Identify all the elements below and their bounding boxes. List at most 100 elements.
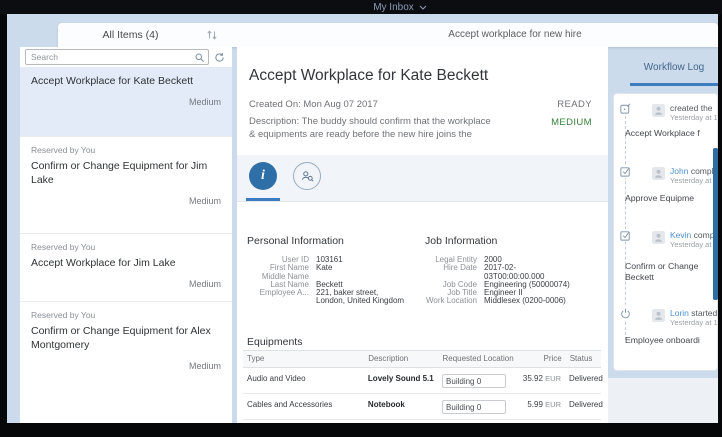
sort-icon[interactable] xyxy=(206,29,218,41)
equipment-description: Lovely Sound 5.1 xyxy=(367,374,434,383)
avatar xyxy=(652,309,665,322)
workflow-entry-heading: created the xyxy=(670,103,713,113)
task-title: Accept Workplace for Kate Beckett xyxy=(31,75,194,87)
task-priority: Medium xyxy=(188,195,221,206)
column-header: Type xyxy=(247,354,265,363)
table-row: Cables and Accessories Notebook 5.99 EUR… xyxy=(243,394,603,420)
completed-checkbox-icon xyxy=(619,229,632,242)
detail-panel: Accept Workplace for Kate Beckett Create… xyxy=(237,47,608,423)
table-header-row: Type Description Requested Location Pric… xyxy=(243,350,601,368)
search-field[interactable] xyxy=(25,49,209,65)
currency: EUR xyxy=(545,400,561,409)
tab-people-search[interactable] xyxy=(293,162,321,190)
workflow-entry-subject[interactable]: Accept Workplace f xyxy=(625,128,700,138)
app-title: My Inbox xyxy=(373,1,414,13)
chevron-down-icon xyxy=(419,5,427,10)
task-title: Accept Workplace for Jim Lake xyxy=(31,257,176,269)
personal-information-section: Personal Information User ID 103161 First… xyxy=(247,235,423,306)
shell-bar: My Inbox xyxy=(0,0,722,14)
workflow-log-card: created the Yesterday at 1 Accept Workpl… xyxy=(613,93,718,371)
list-item[interactable]: Accept Workplace for Kate Beckett Medium xyxy=(20,67,232,136)
tab-workflow-log[interactable]: Workflow Log xyxy=(630,62,718,73)
column-header: Description xyxy=(368,354,409,363)
workflow-entry-subject[interactable]: Employee onboardi xyxy=(625,335,700,345)
column-header: Price xyxy=(543,354,562,363)
price-value: 5.99 xyxy=(527,400,543,409)
reserved-label: Reserved by You xyxy=(31,242,96,252)
avatar xyxy=(652,167,665,180)
requested-location-input[interactable] xyxy=(442,374,507,388)
priority-badge: MEDIUM xyxy=(551,117,592,128)
column-header: Requested Location xyxy=(442,354,514,363)
search-icon[interactable] xyxy=(194,52,205,63)
search-input[interactable] xyxy=(29,51,194,63)
app-title-menu[interactable]: My Inbox xyxy=(373,2,427,13)
workflow-entry-subject: Beckett xyxy=(625,272,654,282)
workflow-entry-time: Yesterday at 1 xyxy=(670,176,718,185)
currency: EUR xyxy=(545,374,561,383)
form-value: London, United Kingdom xyxy=(316,296,405,306)
task-created-icon xyxy=(619,102,632,115)
status-value: Delivered xyxy=(569,374,603,383)
list-item[interactable]: Reserved by You Confirm or Change Equipm… xyxy=(20,301,232,401)
equipment-description: Notebook xyxy=(367,400,405,409)
task-priority: Medium xyxy=(188,278,221,289)
info-icon: i xyxy=(261,168,265,183)
person-search-icon xyxy=(299,168,315,184)
equipments-table: Type Description Requested Location Pric… xyxy=(243,350,603,420)
workflow-entry-time: Yesterday at 1 xyxy=(670,318,718,327)
workflow-entry-subject[interactable]: Confirm or Change xyxy=(625,261,698,271)
right-scrollbar[interactable] xyxy=(713,148,718,300)
task-title: Confirm or Change Equipment for Alex Mon… xyxy=(31,325,211,351)
status-value: Delivered xyxy=(569,400,603,409)
table-row: Audio and Video Lovely Sound 5.1 35.92 E… xyxy=(243,368,603,394)
form-value: Kate xyxy=(316,263,333,273)
refresh-icon[interactable] xyxy=(214,52,225,63)
form-label: Work Location xyxy=(426,296,477,306)
task-description: Description: The buddy should confirm th… xyxy=(249,116,491,141)
tab-information[interactable]: i xyxy=(249,162,277,190)
search-row xyxy=(20,47,232,66)
master-list-title: All Items (4) xyxy=(102,29,159,41)
workflow-entry-time: Yesterday at 1 xyxy=(670,113,718,122)
column-header: Status xyxy=(569,354,593,363)
task-title: Confirm or Change Equipment for Jim Lake xyxy=(31,160,208,186)
power-start-icon xyxy=(619,307,632,320)
task-priority: Medium xyxy=(188,360,221,371)
page-header-band: All Items (4) Accept workplace for new h… xyxy=(58,23,718,47)
equipment-type: Cables and Accessories xyxy=(247,400,333,409)
workflow-entry-heading: Kevin comp xyxy=(670,230,715,240)
task-list: Accept Workplace for Kate Beckett Medium… xyxy=(20,67,232,423)
status-badge: READY xyxy=(557,99,592,110)
list-item[interactable]: Reserved by You Confirm or Change Equipm… xyxy=(20,136,232,233)
app-window: My Inbox All Items (4) Accept workplace … xyxy=(0,0,722,437)
completed-checkbox-icon xyxy=(619,165,632,178)
detail-page-title: Accept workplace for new hire xyxy=(448,29,582,40)
form-label: Hire Date xyxy=(443,263,477,273)
workflow-entry-time: Yesterday at 1 xyxy=(670,240,718,249)
icon-tab-bar: i xyxy=(237,155,608,202)
task-detail-title: Accept Workplace for Kate Beckett xyxy=(249,67,489,84)
section-heading: Personal Information xyxy=(247,235,344,247)
master-list-panel: Accept Workplace for Kate Beckett Medium… xyxy=(20,47,232,423)
task-priority: Medium xyxy=(188,96,221,107)
requested-location-input[interactable] xyxy=(442,400,507,414)
section-heading: Job Information xyxy=(425,235,498,247)
created-on: Created On: Mon Aug 07 2017 xyxy=(249,99,378,110)
avatar xyxy=(652,231,665,244)
job-information-section: Job Information Legal Entity 2000 Hire Da… xyxy=(425,235,605,306)
list-item[interactable]: Reserved by You Accept Workplace for Jim… xyxy=(20,233,232,301)
panel-footer-area xyxy=(608,378,718,423)
price-value: 35.92 xyxy=(522,374,543,383)
equipments-heading: Equipments xyxy=(247,336,303,348)
avatar xyxy=(652,104,665,117)
form-label: Employee A... xyxy=(259,288,309,298)
workflow-entry-heading: Lorin started xyxy=(670,308,718,318)
reserved-label: Reserved by You xyxy=(31,310,96,320)
reserved-label: Reserved by You xyxy=(31,145,96,155)
equipment-type: Audio and Video xyxy=(247,374,306,383)
workflow-entry-heading: John comple xyxy=(670,166,718,176)
workflow-entry-subject[interactable]: Approve Equipme xyxy=(625,193,694,203)
workflow-tab-underline xyxy=(630,83,718,86)
selected-tab-underline xyxy=(246,198,280,201)
